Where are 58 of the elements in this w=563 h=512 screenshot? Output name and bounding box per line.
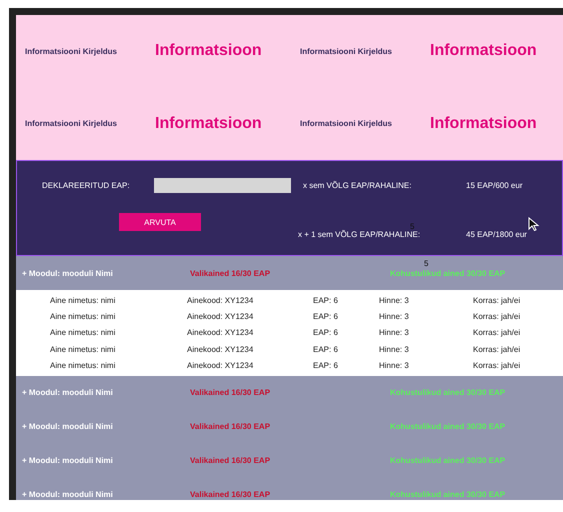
- cursor-icon: [528, 217, 540, 231]
- calculate-button[interactable]: ARVUTA: [119, 213, 201, 231]
- course-credits: EAP: 6: [313, 344, 339, 354]
- elective-credits: Valikained 16/30 EAP: [190, 268, 272, 278]
- course-credits: EAP: 6: [313, 312, 339, 322]
- result-value: 15 EAP/600 eur: [466, 180, 522, 190]
- mandatory-credits: Kohustulikud ained 30/30 EAP: [390, 388, 506, 398]
- info-heading: Informatsioon: [430, 114, 538, 133]
- course-credits: EAP: 6: [313, 328, 339, 338]
- stray-digit: 5: [410, 222, 414, 231]
- course-credits: EAP: 6: [313, 296, 339, 305]
- elective-credits: Valikained 16/30 EAP: [190, 422, 272, 432]
- course-name: Aine nimetus: nimi: [49, 296, 116, 305]
- info-caption: Informatsiooni Kirjeldus: [300, 46, 394, 56]
- elective-credits: Valikained 16/30 EAP: [190, 388, 272, 398]
- course-status: Korras: jah/ei: [473, 296, 520, 305]
- module-title: + Moodul: mooduli Nimi: [21, 422, 114, 432]
- info-heading: Informatsioon: [155, 114, 263, 133]
- result-label: x sem VÕLG EAP/RAHALINE:: [303, 180, 412, 190]
- course-credits: EAP: 6: [313, 361, 339, 370]
- module-title: + Moodul: mooduli Nimi: [21, 456, 114, 466]
- result-value: 45 EAP/1800 eur: [466, 230, 527, 239]
- course-code: Ainekood: XY1234: [187, 361, 254, 370]
- course-grade: Hinne: 3: [379, 312, 410, 322]
- elective-credits: Valikained 16/30 EAP: [190, 456, 272, 466]
- module-title: + Moodul: mooduli Nimi: [21, 268, 114, 278]
- course-name: Aine nimetus: nimi: [49, 312, 116, 322]
- info-caption: Informatsiooni Kirjeldus: [25, 119, 118, 128]
- declared-label: DEKLAREERITUD EAP:: [41, 180, 131, 190]
- module-title: + Moodul: mooduli Nimi: [21, 490, 114, 500]
- course-grade: Hinne: 3: [379, 328, 410, 338]
- course-code: Ainekood: XY1234: [187, 344, 254, 354]
- mandatory-credits: Kohustulikud ained 30/30 EAP: [390, 268, 506, 278]
- course-status: Korras: jah/ei: [473, 312, 520, 322]
- course-name: Aine nimetus: nimi: [49, 361, 116, 370]
- input-field[interactable]: [154, 178, 291, 192]
- course-status: Korras: jah/ei: [473, 344, 520, 354]
- info-heading: Informatsioon: [430, 42, 538, 60]
- course-name: Aine nimetus: nimi: [49, 328, 116, 338]
- course-status: Korras: jah/ei: [473, 361, 520, 370]
- elective-credits: Valikained 16/30 EAP: [190, 490, 272, 500]
- course-grade: Hinne: 3: [379, 344, 410, 354]
- result-label: x + 1 sem VÕLG EAP/RAHALINE:: [298, 230, 422, 239]
- info-caption: Informatsiooni Kirjeldus: [300, 119, 394, 128]
- stray-digit: 5: [424, 259, 428, 268]
- info-heading: Informatsioon: [155, 42, 263, 60]
- course-code: Ainekood: XY1234: [187, 312, 254, 322]
- course-status: Korras: jah/ei: [473, 328, 520, 338]
- mandatory-credits: Kohustulikud ained 30/30 EAP: [390, 456, 506, 466]
- course-code: Ainekood: XY1234: [187, 296, 254, 305]
- mandatory-credits: Kohustulikud ained 30/30 EAP: [390, 422, 506, 432]
- course-name: Aine nimetus: nimi: [49, 344, 116, 354]
- info-caption: Informatsiooni Kirjeldus: [25, 46, 118, 56]
- mandatory-credits: Kohustulikud ained 30/30 EAP: [390, 490, 506, 500]
- module-title: + Moodul: mooduli Nimi: [21, 388, 114, 398]
- course-code: Ainekood: XY1234: [187, 328, 254, 338]
- course-grade: Hinne: 3: [379, 296, 410, 305]
- course-grade: Hinne: 3: [379, 361, 410, 370]
